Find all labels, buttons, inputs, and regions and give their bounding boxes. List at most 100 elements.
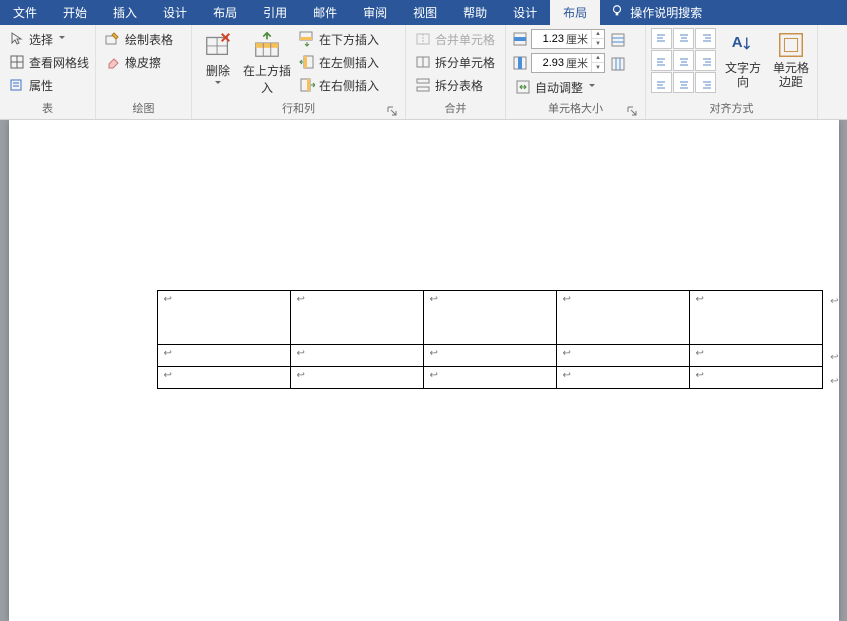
spin-up[interactable]: ▲ — [592, 54, 604, 63]
table-cell[interactable]: ↩ — [689, 291, 822, 345]
group-label-draw: 绘图 — [101, 102, 186, 119]
table-row[interactable]: ↩ ↩ ↩ ↩ ↩ — [157, 345, 822, 367]
table-cell[interactable]: ↩ — [290, 291, 423, 345]
autofit-button[interactable]: 自动调整 — [511, 76, 605, 98]
table-cell[interactable]: ↩ — [689, 367, 822, 389]
row-height-input[interactable]: 厘米 ▲▼ — [531, 29, 605, 49]
cell-margins-button[interactable]: 单元格边距 — [770, 28, 812, 90]
spin-down[interactable]: ▼ — [592, 63, 604, 72]
table-cell[interactable]: ↩ — [556, 367, 689, 389]
text-direction-label: 文字方向 — [722, 62, 764, 90]
align-top-center[interactable] — [673, 28, 694, 49]
col-width-icon — [511, 55, 529, 71]
distribute-cols-icon — [610, 56, 626, 72]
table-cell[interactable]: ↩ — [689, 345, 822, 367]
tab-home[interactable]: 开始 — [50, 0, 100, 25]
properties-icon — [9, 77, 25, 93]
align-top-right[interactable] — [695, 28, 716, 49]
draw-table-button[interactable]: 绘制表格 — [101, 28, 177, 50]
table-row[interactable]: ↩ ↩ ↩ ↩ ↩ — [157, 291, 822, 345]
page[interactable]: ↩ ↩ ↩ ↩ ↩ ↩ ↩ ↩ ↩ ↩ ↩ ↩ — [9, 120, 839, 621]
tab-design[interactable]: 设计 — [150, 0, 200, 25]
row-height-value[interactable] — [532, 33, 566, 45]
eraser-button[interactable]: 橡皮擦 — [101, 51, 177, 73]
table-cell[interactable]: ↩ — [556, 291, 689, 345]
insert-below-label: 在下方插入 — [319, 31, 379, 48]
split-table-icon — [415, 77, 431, 93]
align-mid-center[interactable] — [673, 50, 694, 71]
grid-icon — [9, 54, 25, 70]
distribute-cols-button[interactable] — [608, 53, 628, 75]
view-gridlines-label: 查看网格线 — [29, 54, 89, 71]
align-mid-left[interactable] — [651, 50, 672, 71]
cell-margins-icon — [776, 30, 806, 60]
table-cell[interactable]: ↩ — [157, 367, 290, 389]
merge-cells-button[interactable]: 合并单元格 — [411, 28, 499, 50]
table-cell[interactable]: ↩ — [423, 345, 556, 367]
select-button[interactable]: 选择 — [5, 28, 93, 50]
table-row[interactable]: ↩ ↩ ↩ ↩ ↩ — [157, 367, 822, 389]
table-cell[interactable]: ↩ — [290, 367, 423, 389]
group-label-merge: 合并 — [411, 102, 500, 119]
table-cell[interactable]: ↩ — [290, 345, 423, 367]
insert-right-icon — [299, 77, 315, 93]
insert-above-button[interactable]: 在上方插入 — [239, 28, 295, 96]
delete-label: 删除 — [206, 62, 230, 79]
group-label-alignment: 对齐方式 — [651, 102, 812, 119]
table-cell[interactable]: ↩ — [157, 345, 290, 367]
chevron-down-icon — [589, 84, 595, 90]
align-bot-left[interactable] — [651, 72, 672, 93]
insert-below-button[interactable]: 在下方插入 — [295, 28, 383, 50]
align-bot-right[interactable] — [695, 72, 716, 93]
properties-button[interactable]: 属性 — [5, 74, 93, 96]
insert-above-label: 在上方插入 — [241, 62, 293, 96]
tab-view[interactable]: 视图 — [400, 0, 450, 25]
insert-right-button[interactable]: 在右侧插入 — [295, 74, 383, 96]
dialog-launcher-cell-size[interactable] — [626, 106, 638, 118]
eraser-label: 橡皮擦 — [125, 54, 161, 71]
tab-references[interactable]: 引用 — [250, 0, 300, 25]
split-cells-label: 拆分单元格 — [435, 54, 495, 71]
tab-file[interactable]: 文件 — [0, 0, 50, 25]
tab-insert[interactable]: 插入 — [100, 0, 150, 25]
align-top-left[interactable] — [651, 28, 672, 49]
tab-table-layout[interactable]: 布局 — [550, 0, 600, 25]
split-table-button[interactable]: 拆分表格 — [411, 74, 499, 96]
tab-help[interactable]: 帮助 — [450, 0, 500, 25]
merge-cells-label: 合并单元格 — [435, 31, 495, 48]
distribute-rows-button[interactable] — [608, 29, 628, 51]
table-cell[interactable]: ↩ — [423, 291, 556, 345]
split-cells-icon — [415, 54, 431, 70]
tab-table-design[interactable]: 设计 — [500, 0, 550, 25]
delete-button[interactable]: 删除 — [197, 28, 239, 87]
align-bot-center[interactable] — [673, 72, 694, 93]
tab-mailings[interactable]: 邮件 — [300, 0, 350, 25]
align-mid-right[interactable] — [695, 50, 716, 71]
document-area: ↩ ↩ ↩ ↩ ↩ ↩ ↩ ↩ ↩ ↩ ↩ ↩ — [0, 120, 847, 621]
table-cell[interactable]: ↩ — [157, 291, 290, 345]
tab-layout[interactable]: 布局 — [200, 0, 250, 25]
spin-down[interactable]: ▼ — [592, 39, 604, 48]
row-end-mark: ↩ — [830, 296, 838, 307]
draw-table-label: 绘制表格 — [125, 31, 173, 48]
table-cell[interactable]: ↩ — [556, 345, 689, 367]
tell-me-search[interactable]: 操作说明搜索 — [600, 0, 712, 25]
text-direction-button[interactable]: A 文字方向 — [720, 28, 766, 90]
split-cells-button[interactable]: 拆分单元格 — [411, 51, 499, 73]
distribute-rows-icon — [610, 32, 626, 48]
dialog-launcher-rows-cols[interactable] — [386, 106, 398, 118]
insert-left-button[interactable]: 在左侧插入 — [295, 51, 383, 73]
spin-up[interactable]: ▲ — [592, 30, 604, 39]
row-height-icon — [511, 31, 529, 47]
table-cell[interactable]: ↩ — [423, 367, 556, 389]
tell-me-label: 操作说明搜索 — [630, 4, 702, 21]
tab-review[interactable]: 审阅 — [350, 0, 400, 25]
view-gridlines-button[interactable]: 查看网格线 — [5, 51, 93, 73]
delete-table-icon — [203, 30, 233, 60]
cursor-icon — [9, 31, 25, 47]
group-label-table: 表 — [5, 102, 90, 119]
col-width-input[interactable]: 厘米 ▲▼ — [531, 53, 605, 73]
properties-label: 属性 — [29, 77, 53, 94]
document-table[interactable]: ↩ ↩ ↩ ↩ ↩ ↩ ↩ ↩ ↩ ↩ ↩ ↩ — [157, 290, 823, 389]
col-width-value[interactable] — [532, 57, 566, 69]
